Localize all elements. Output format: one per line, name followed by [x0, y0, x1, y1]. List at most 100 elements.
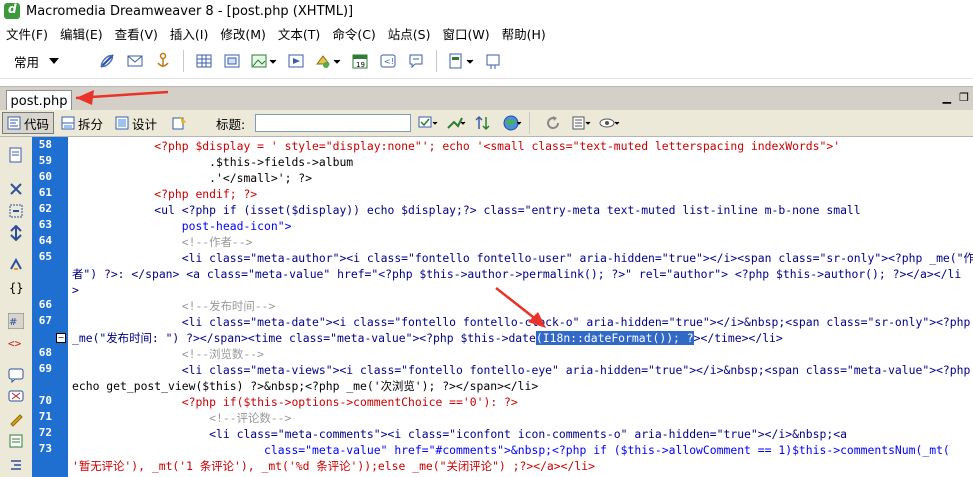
open-documents-icon[interactable] [8, 147, 24, 163]
split-view-icon [61, 116, 75, 130]
preview-in-browser-icon[interactable] [501, 114, 523, 132]
line-number: 72 [38, 426, 52, 439]
code-line: <ul <?php if (isset($display)) echo $dis… [72, 203, 861, 217]
named-anchor-icon[interactable] [152, 50, 174, 72]
layer-icon[interactable] [221, 50, 243, 72]
menu-bar: 文件(F) 编辑(E) 查看(V) 插入(I) 修改(M) 文本(T) 命令(C… [0, 22, 973, 44]
code-line: <!--浏览数--> [72, 347, 264, 361]
highlight-invalid-code-icon[interactable]: <> [8, 335, 24, 351]
hyperlink-icon[interactable] [96, 50, 118, 72]
collapse-full-tag-icon[interactable] [8, 181, 24, 197]
document-title-input[interactable] [255, 114, 412, 132]
menu-help[interactable]: 帮助(H) [496, 24, 552, 43]
expand-all-icon[interactable] [8, 225, 24, 241]
recent-snippets-icon[interactable] [8, 433, 24, 449]
document-toolbar: 代码 拆分 设计 标题: [0, 110, 973, 137]
window-title: Macromedia Dreamweaver 8 - [post.php (XH… [26, 3, 354, 19]
media-dropdown-icon[interactable] [313, 50, 343, 72]
minimize-icon[interactable]: ▁ [943, 91, 951, 104]
code-line: .'</small>'; ?> [72, 171, 313, 185]
code-editor[interactable]: <?php $display = ' style="display:none"'… [72, 137, 973, 477]
code-line: '暂无评论'), _mt('1 条评论'), _mt('%d 条评论'));el… [72, 459, 595, 473]
toolbar-divider [183, 50, 185, 72]
server-side-include-icon[interactable] [405, 50, 427, 72]
refresh-icon[interactable] [542, 114, 564, 132]
balance-braces-icon[interactable]: {} [8, 279, 24, 295]
restore-icon[interactable]: ❐ [959, 91, 969, 104]
code-line: <li class="meta-date"><i class="fontello… [72, 315, 971, 329]
templates-icon[interactable] [446, 50, 476, 72]
view-options-icon[interactable] [570, 114, 592, 132]
tag-chooser-icon[interactable] [482, 50, 504, 72]
select-parent-tag-icon[interactable] [8, 257, 24, 273]
svg-text:{}: {} [9, 281, 23, 295]
line-number: 70 [38, 394, 52, 407]
menu-file[interactable]: 文件(F) [0, 24, 54, 43]
design-view-icon [115, 116, 129, 130]
comment-icon[interactable]: <! [377, 50, 399, 72]
date-icon[interactable]: 19 [349, 50, 371, 72]
menu-site[interactable]: 站点(S) [382, 24, 437, 43]
code-line-with-selection: _me("发布时间: ") ?></span><time class="meta… [72, 330, 783, 346]
split-view-label: 拆分 [78, 116, 104, 132]
menu-text[interactable]: 文本(T) [272, 24, 326, 43]
code-line: .$this->fields->album [72, 155, 354, 169]
line-number: 61 [38, 186, 52, 199]
image-icon[interactable] [249, 50, 279, 72]
visual-aids-icon[interactable] [598, 114, 620, 132]
line-numbers-icon[interactable]: # [8, 313, 24, 329]
tab-post-php[interactable]: post.php [6, 90, 72, 112]
toolbar-divider [436, 50, 438, 72]
collapse-toggle-icon[interactable]: − [56, 333, 66, 343]
code-line: <?php endif; ?> [72, 187, 258, 201]
menu-insert[interactable]: 插入(I) [164, 24, 214, 43]
live-data-icon[interactable] [168, 114, 190, 132]
menu-modify[interactable]: 修改(M) [214, 24, 272, 43]
design-view-label: 设计 [132, 116, 158, 132]
line-number: 63 [38, 218, 52, 231]
design-view-button[interactable]: 设计 [110, 112, 162, 134]
line-number: 60 [38, 170, 52, 183]
menu-window[interactable]: 窗口(W) [437, 24, 496, 43]
code-line: post-head-icon"> [72, 219, 292, 233]
menu-view[interactable]: 查看(V) [109, 24, 164, 43]
apply-comment-icon[interactable] [8, 367, 24, 383]
file-management-icon[interactable] [445, 114, 467, 132]
menu-commands[interactable]: 命令(C) [326, 24, 381, 43]
line-number: 69 [38, 362, 52, 375]
line-number-gutter: 58 59 60 61 62 63 64 65 66 67 68 69 70 7… [32, 137, 68, 477]
coding-toolbar: {} # <> [0, 137, 33, 477]
title-label: 标题: [216, 116, 246, 132]
svg-text:19: 19 [356, 61, 365, 69]
line-number: 71 [38, 410, 52, 423]
email-link-icon[interactable] [124, 50, 146, 72]
validate-markup-icon[interactable] [417, 114, 439, 132]
svg-text:<>: <> [8, 337, 22, 350]
wrap-tag-icon[interactable] [8, 411, 24, 427]
remove-comment-icon[interactable] [8, 389, 24, 405]
svg-text:#: # [9, 317, 17, 328]
insert-category-dropdown[interactable]: 常用 [14, 52, 60, 71]
code-segment: ></time></li> [693, 331, 783, 345]
code-line: <!--发布时间--> [72, 299, 276, 313]
collapse-selection-icon[interactable] [8, 203, 24, 219]
menu-edit[interactable]: 编辑(E) [54, 24, 109, 43]
line-number: 58 [38, 138, 52, 151]
code-view-icon [7, 116, 21, 130]
tab-label: post.php [10, 94, 68, 109]
selected-code: (I18n::dateFormat()); ? [535, 331, 694, 345]
insert-toolbar: 常用 19 <! [0, 44, 973, 79]
up-down-arrows-icon[interactable] [473, 114, 495, 132]
code-view-button[interactable]: 代码 [2, 112, 55, 134]
code-line: 者") ?>: </span> <a class="meta-value" hr… [72, 267, 962, 281]
code-line: <?php if($this->options->commentChoice =… [72, 395, 518, 409]
svg-text:<!: <! [384, 57, 394, 66]
indent-code-icon[interactable] [8, 457, 24, 473]
code-segment: _me("发布时间: ") ?></span><time class="meta… [72, 331, 536, 345]
split-view-button[interactable]: 拆分 [56, 112, 108, 134]
table-icon[interactable] [193, 50, 215, 72]
code-view-label: 代码 [24, 116, 50, 132]
code-line: <li class="meta-comments"><i class="icon… [72, 427, 847, 441]
line-number: 59 [38, 154, 52, 167]
media-icon[interactable] [285, 50, 307, 72]
